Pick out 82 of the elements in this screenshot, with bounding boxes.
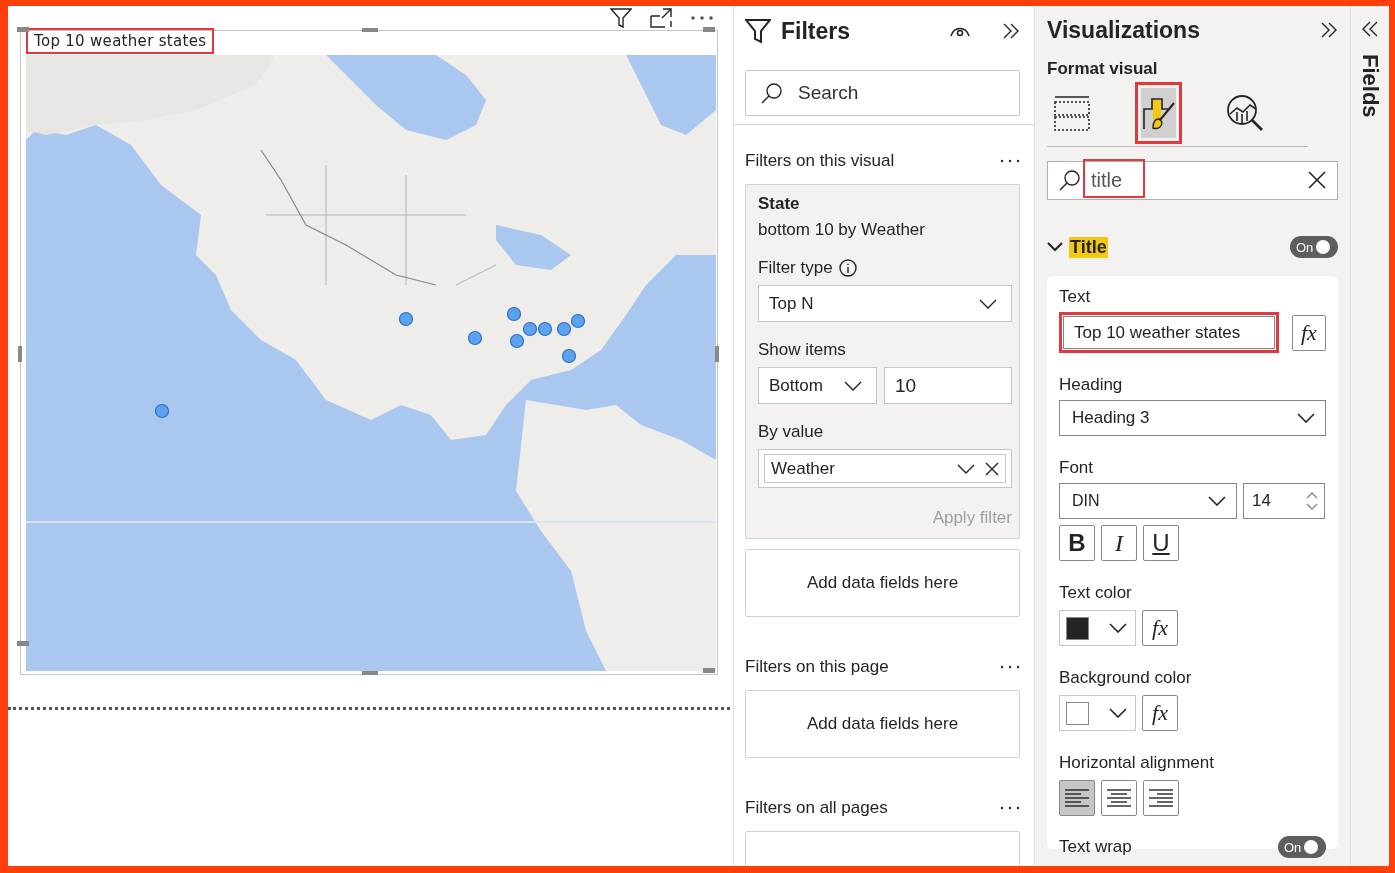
magnifier-chart-icon [1226,94,1264,132]
fields-grid-icon [1053,94,1091,132]
search-icon [761,82,783,104]
resize-handle[interactable] [18,346,22,362]
drop-zone[interactable]: Add data fields here [745,690,1020,758]
drop-zone[interactable]: Add data fields here [745,549,1020,617]
filter-icon [745,18,771,44]
pane-subtitle: Format visual [1047,59,1159,79]
paintbrush-chart-icon [1141,95,1176,131]
style-button[interactable]: U [1143,525,1179,561]
section-heading: Filters on this page [745,657,889,677]
filter-summary: bottom 10 by Weather [758,220,926,240]
resize-handle[interactable] [17,27,29,32]
direction-dropdown[interactable]: Bottom [758,367,877,404]
value-field[interactable]: Weather [764,454,1006,483]
chevron-down-icon [1109,623,1127,633]
chevron-down-icon [1208,496,1226,506]
field-label: By value [758,422,824,442]
chevron-down-icon[interactable] [1047,242,1063,252]
pane-title: Filters [781,17,852,45]
field-label: Font [1059,458,1095,478]
clear-icon[interactable] [1307,170,1327,190]
more-options-icon[interactable] [1000,159,1020,163]
resize-handle[interactable] [715,346,719,362]
filter-field: State [758,194,1012,214]
filter-icon[interactable] [610,7,632,29]
count-field[interactable]: 10 [884,367,1012,404]
fx-button[interactable]: fx [1142,610,1178,646]
section-heading: Filters on all pages [745,798,888,818]
more-options-icon[interactable] [1000,806,1020,810]
fx-button[interactable]: fx [1142,695,1178,731]
toggle-switch[interactable]: On [1290,236,1338,258]
chevron-down-icon [1297,413,1315,423]
expand-icon[interactable] [1361,20,1379,38]
section-heading: Filters on this visual [745,151,895,171]
chevron-down-icon [1109,708,1127,718]
collapse-icon[interactable] [1320,21,1338,39]
font-size-field[interactable]: 14 [1243,483,1325,519]
search-icon [1059,169,1081,191]
search-field[interactable]: title [1047,161,1338,200]
alignment-button[interactable] [1059,780,1095,816]
field-label: Heading [1059,375,1124,395]
field-label: Filter type [758,258,833,278]
field-label: Show items [758,340,846,360]
filter-type-dropdown[interactable]: Top N [758,285,1012,322]
focus-mode-icon[interactable] [650,8,672,28]
visual-title: Top 10 weather states [26,28,215,54]
section-title: Title [1069,236,1108,258]
font-dropdown[interactable]: DIN [1059,483,1237,519]
field-label: Text color [1059,583,1133,603]
chevron-down-icon[interactable] [957,463,975,474]
text-field[interactable]: Top 10 weather states [1059,312,1279,353]
collapse-icon[interactable] [1002,22,1020,40]
spinner-icon[interactable] [1306,492,1318,510]
pane-title: Visualizations [1047,16,1200,44]
resize-handle[interactable] [17,641,29,646]
pane-title: Fields [1357,54,1383,118]
color-picker[interactable] [1059,610,1136,646]
info-icon [838,259,857,277]
style-button[interactable]: I [1101,525,1137,561]
resize-handle[interactable] [703,27,715,32]
alignment-button[interactable] [1143,780,1179,816]
field-label: Text wrap [1059,837,1132,857]
color-picker[interactable] [1059,695,1136,731]
chevron-down-icon[interactable] [979,298,997,309]
field-label: Horizontal alignment [1059,753,1215,773]
search-field[interactable]: Search [745,70,1020,116]
resize-handle[interactable] [362,671,378,675]
resize-handle[interactable] [362,28,378,32]
style-button[interactable]: B [1059,525,1095,561]
more-options-icon[interactable] [690,15,714,21]
more-options-icon[interactable] [1000,665,1020,669]
fx-button[interactable]: fx [1291,314,1326,351]
toggle-switch[interactable]: On [1278,836,1326,858]
remove-icon[interactable] [985,461,999,476]
heading-dropdown[interactable]: Heading 3 [1059,400,1326,436]
field-label: Background color [1059,668,1193,688]
field-label: Text [1059,287,1092,307]
alignment-button[interactable] [1101,780,1137,816]
chevron-down-icon[interactable] [844,380,862,391]
format-tab[interactable] [1135,82,1182,144]
resize-handle[interactable] [703,668,715,673]
